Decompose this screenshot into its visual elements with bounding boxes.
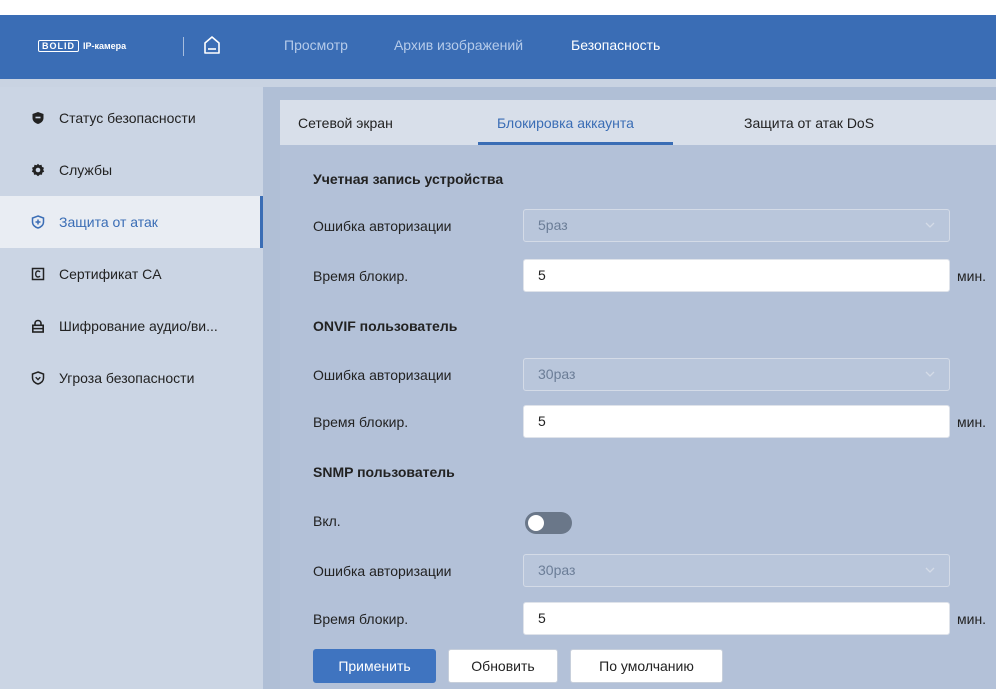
onvif-lock-time-label: Время блокир.	[313, 414, 409, 430]
device-lock-time-unit: мин.	[957, 268, 987, 284]
sidebar-item-label: Статус безопасности	[59, 110, 196, 126]
select-value: 30раз	[538, 366, 576, 382]
device-auth-error-label: Ошибка авторизации	[313, 218, 452, 234]
onvif-auth-error-label: Ошибка авторизации	[313, 367, 452, 383]
select-value: 30раз	[538, 562, 576, 578]
snmp-auth-error-select[interactable]: 30раз	[523, 554, 950, 587]
app-header: BOLID IP-камера Просмотр Архив изображен…	[0, 15, 996, 79]
snmp-lock-time-input[interactable]: 5	[523, 602, 950, 635]
shield-icon	[31, 111, 45, 125]
shield-alert-icon	[31, 371, 45, 385]
brand-logo: BOLID IP-камера	[38, 39, 126, 53]
sidebar-item-ca-certificate[interactable]: Сертификат CA	[0, 248, 263, 300]
header-divider	[183, 37, 184, 56]
device-lock-time-input[interactable]: 5	[523, 259, 950, 292]
sidebar-item-services[interactable]: Службы	[0, 144, 263, 196]
onvif-lock-time-unit: мин.	[957, 414, 987, 430]
device-lock-time-label: Время блокир.	[313, 268, 409, 284]
device-auth-error-select[interactable]: 5раз	[523, 209, 950, 242]
sidebar-item-security-status[interactable]: Статус безопасности	[0, 92, 263, 144]
default-button[interactable]: По умолчанию	[570, 649, 723, 683]
chevron-down-icon	[925, 371, 935, 377]
logo-product: IP-камера	[83, 41, 127, 51]
certificate-icon	[31, 267, 45, 281]
tab-dos-protection[interactable]: Защита от атак DoS	[744, 100, 874, 145]
sidebar: Статус безопасности Службы Защита от ата…	[0, 87, 263, 689]
top-margin	[0, 0, 996, 15]
gear-icon	[31, 163, 45, 177]
lock-icon	[31, 319, 45, 333]
snmp-enable-label: Вкл.	[313, 513, 341, 529]
onvif-lock-time-input[interactable]: 5	[523, 405, 950, 438]
onvif-auth-error-select[interactable]: 30раз	[523, 358, 950, 391]
main-nav: Просмотр Архив изображений Безопасность	[284, 37, 660, 53]
sidebar-item-label: Защита от атак	[59, 214, 158, 230]
toggle-knob	[528, 515, 544, 531]
header-strip	[0, 79, 996, 87]
tab-bar: Сетевой экран Блокировка аккаунта Защита…	[280, 100, 996, 145]
snmp-lock-time-label: Время блокир.	[313, 611, 409, 627]
apply-button[interactable]: Применить	[313, 649, 436, 683]
sidebar-item-label: Шифрование аудио/ви...	[59, 318, 218, 334]
chevron-down-icon	[925, 222, 935, 228]
nav-security[interactable]: Безопасность	[571, 37, 660, 53]
snmp-enable-toggle[interactable]	[525, 512, 572, 534]
sidebar-item-label: Службы	[59, 162, 113, 178]
logo-brand: BOLID	[38, 40, 79, 52]
section-snmp-user: SNMP пользователь	[313, 464, 455, 480]
section-onvif-user: ONVIF пользователь	[313, 318, 458, 334]
snmp-lock-time-unit: мин.	[957, 611, 987, 627]
refresh-button[interactable]: Обновить	[448, 649, 558, 683]
shield-plus-icon	[31, 215, 45, 229]
sidebar-item-label: Сертификат CA	[59, 266, 162, 282]
section-device-account: Учетная запись устройства	[313, 171, 504, 187]
sidebar-item-attack-protection[interactable]: Защита от атак	[0, 196, 263, 248]
snmp-auth-error-label: Ошибка авторизации	[313, 563, 452, 579]
tab-firewall[interactable]: Сетевой экран	[298, 100, 393, 145]
tab-account-lock[interactable]: Блокировка аккаунта	[497, 100, 634, 145]
select-value: 5раз	[538, 217, 568, 233]
nav-preview[interactable]: Просмотр	[284, 37, 348, 53]
nav-image-archive[interactable]: Архив изображений	[394, 37, 523, 53]
home-icon[interactable]	[203, 35, 221, 55]
sidebar-item-security-threat[interactable]: Угроза безопасности	[0, 352, 263, 404]
sidebar-item-label: Угроза безопасности	[59, 370, 195, 386]
chevron-down-icon	[925, 567, 935, 573]
sidebar-item-av-encryption[interactable]: Шифрование аудио/ви...	[0, 300, 263, 352]
